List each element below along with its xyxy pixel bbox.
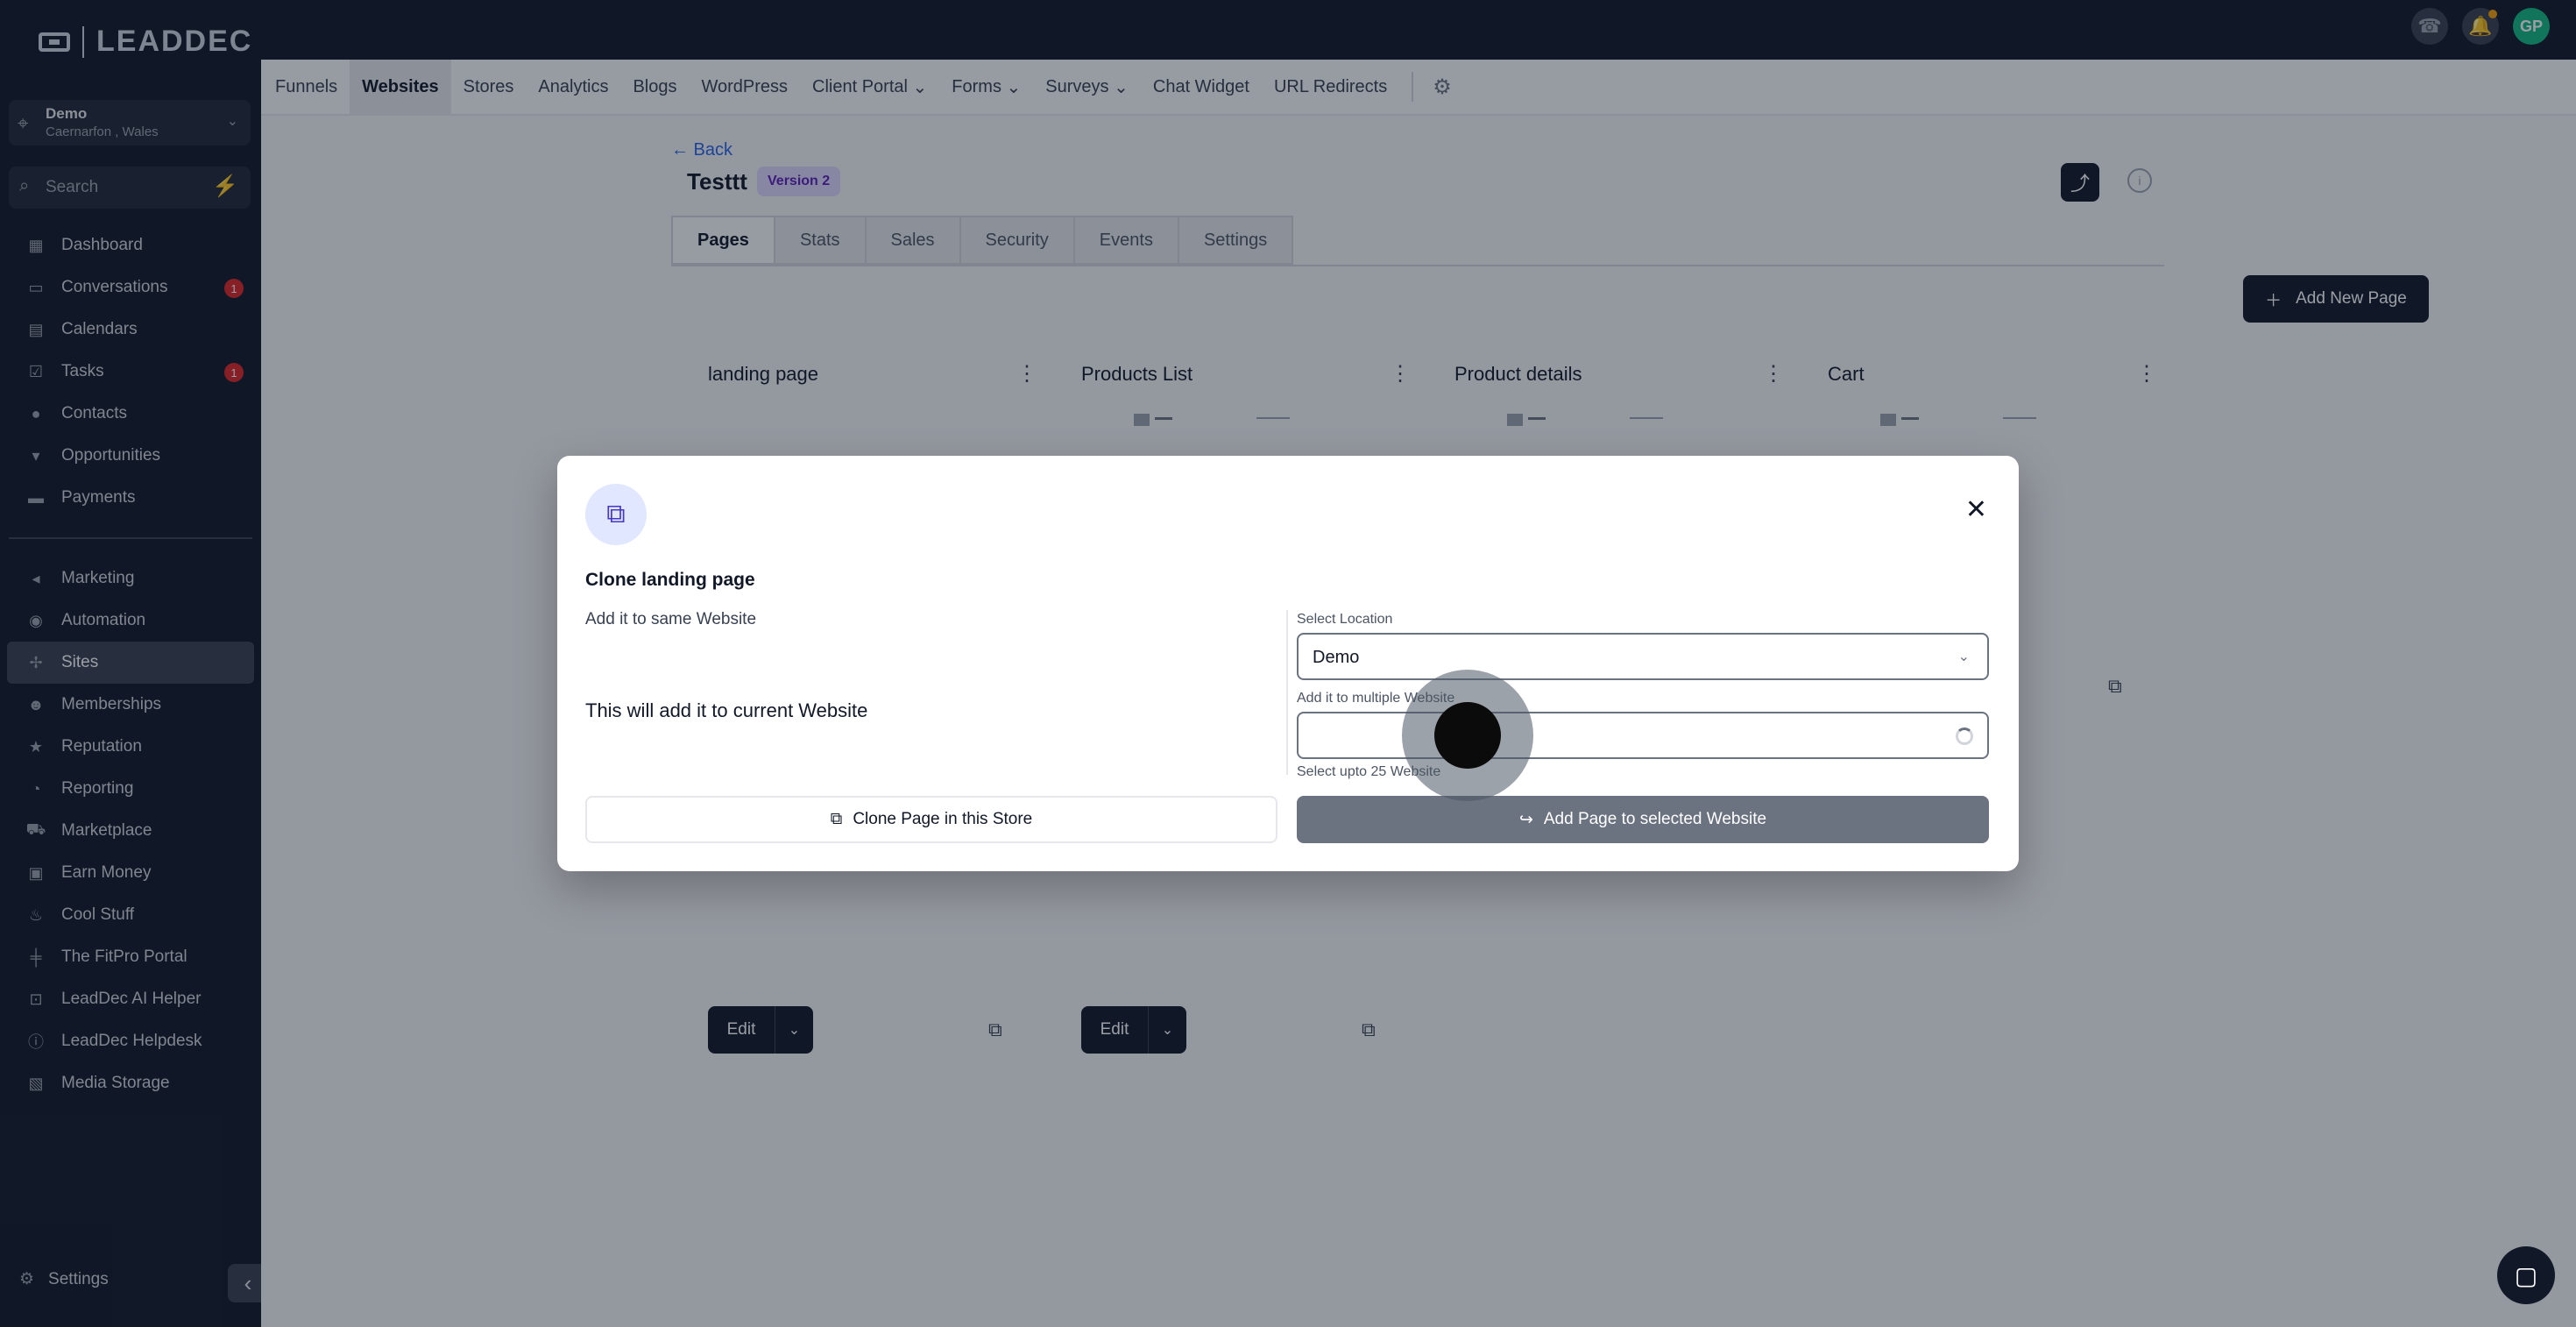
chat-widget-button[interactable]: ▢ — [2497, 1246, 2555, 1304]
copy-icon: ⧉ — [830, 810, 843, 828]
clone-button-label: Clone Page in this Store — [853, 810, 1033, 828]
close-icon[interactable]: ✕ — [1965, 494, 1987, 525]
forward-icon: ↪ — [1518, 810, 1533, 829]
modal-title: Clone landing page — [585, 570, 755, 590]
modal-divider — [1286, 610, 1288, 775]
chat-icon: ▢ — [2514, 1261, 2538, 1289]
add-button-label: Add Page to selected Website — [1543, 810, 1767, 828]
add-to-selected-website-button[interactable]: ↪ Add Page to selected Website — [1297, 796, 1989, 843]
clone-icon: ⧉ — [585, 484, 647, 545]
same-website-note: This will add it to current Website — [585, 699, 868, 721]
website-multiselect[interactable] — [1297, 712, 1989, 759]
clone-page-button[interactable]: ⧉ Clone Page in this Store — [585, 796, 1277, 843]
chevron-down-icon: ⌄ — [1957, 649, 1970, 664]
location-select-value: Demo — [1313, 648, 1360, 667]
select-location-label: Select Location — [1297, 612, 1393, 627]
same-website-heading: Add it to same Website — [585, 610, 757, 628]
cursor-dot — [1434, 702, 1501, 769]
clone-page-modal: ⧉ ✕ Clone landing page Add it to same We… — [557, 456, 2019, 871]
location-select[interactable]: Demo ⌄ — [1297, 633, 1989, 680]
loading-spinner-icon — [1956, 727, 1973, 745]
